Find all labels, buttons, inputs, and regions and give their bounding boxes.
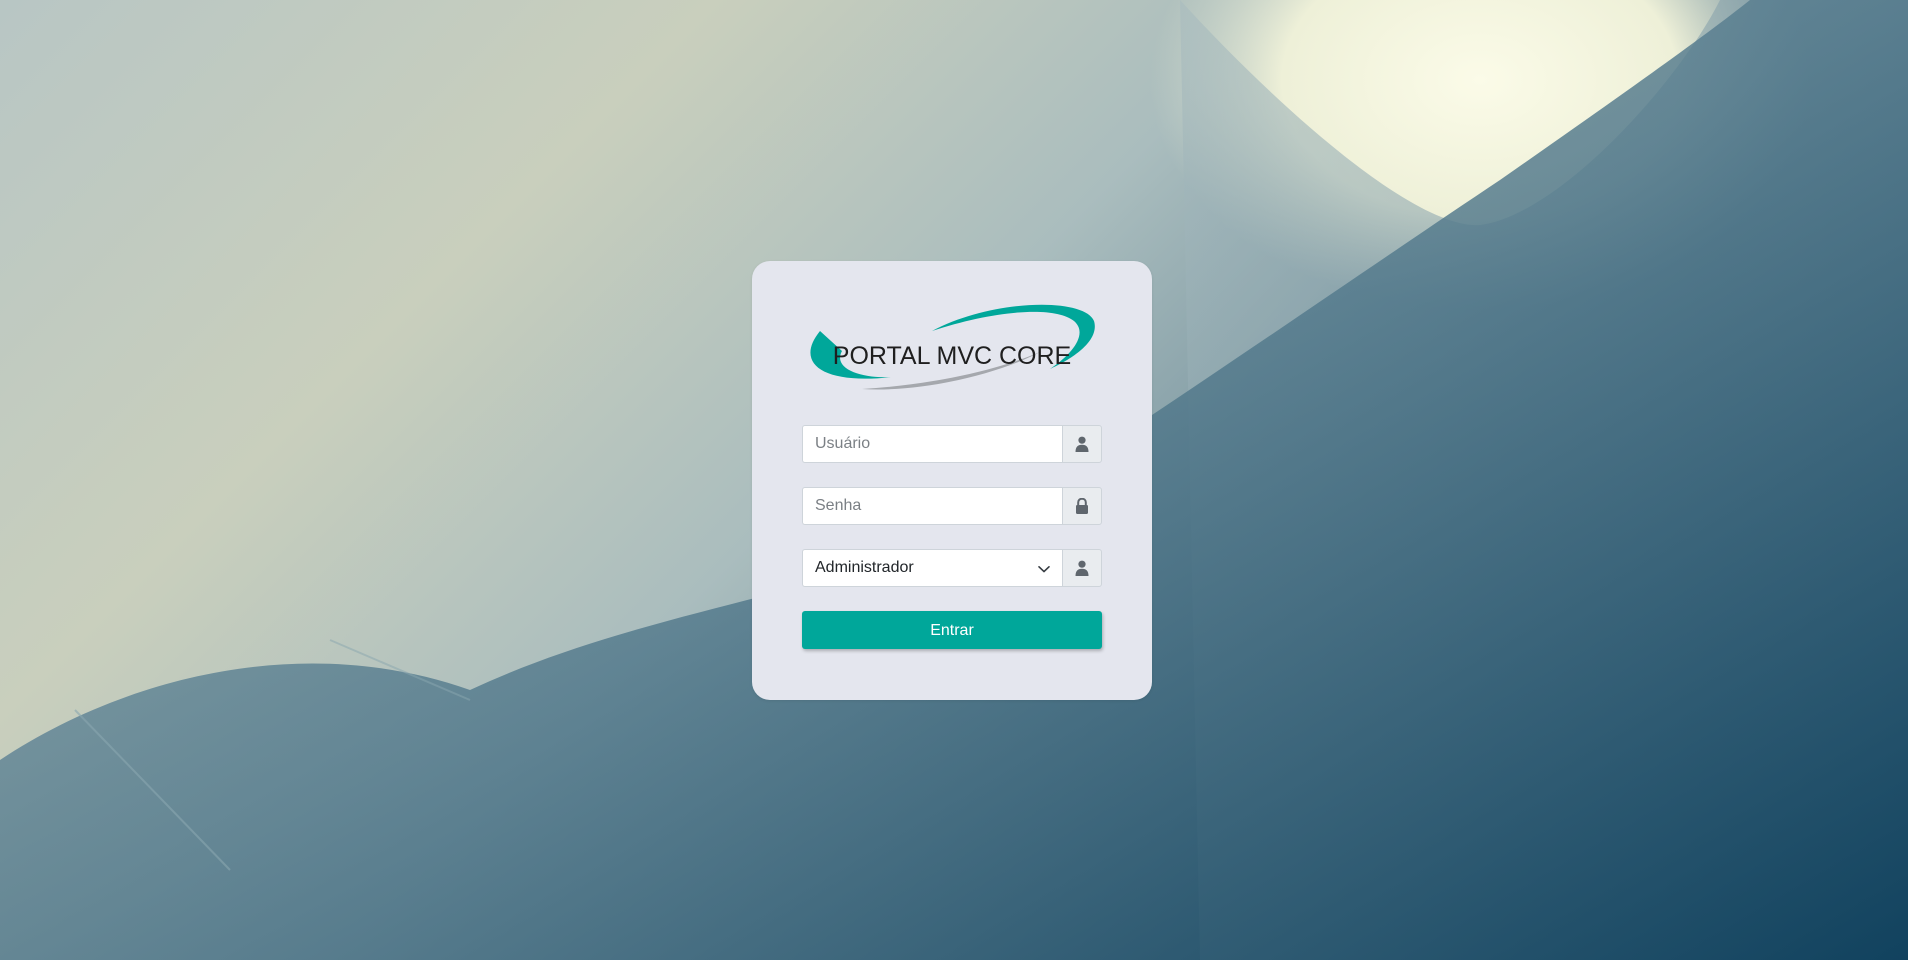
- username-field-group: [802, 425, 1102, 463]
- chevron-down-icon: [1038, 562, 1050, 580]
- password-input[interactable]: [802, 487, 1062, 525]
- user-icon: [1062, 549, 1102, 587]
- lock-icon: [1062, 487, 1102, 525]
- user-icon: [1062, 425, 1102, 463]
- profile-field-group: Administrador: [802, 549, 1102, 587]
- password-field-group: [802, 487, 1102, 525]
- svg-text:PORTAL MVC CORE: PORTAL MVC CORE: [833, 342, 1071, 370]
- login-button[interactable]: Entrar: [802, 611, 1102, 649]
- portal-logo: PORTAL MVC CORE: [802, 303, 1102, 403]
- login-card: PORTAL MVC CORE Administrador: [752, 261, 1152, 700]
- profile-select-value: Administrador: [815, 559, 914, 576]
- username-input[interactable]: [802, 425, 1062, 463]
- profile-select[interactable]: Administrador: [802, 549, 1062, 587]
